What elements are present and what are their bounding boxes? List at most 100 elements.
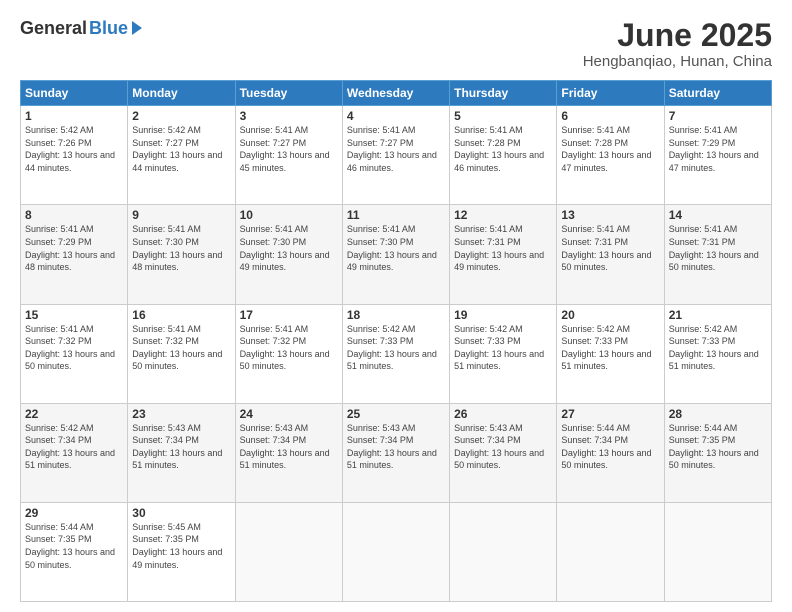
calendar-title: June 2025 <box>583 18 772 53</box>
day-number: 17 <box>240 308 338 322</box>
logo-triangle-icon <box>132 21 142 35</box>
header-sunday: Sunday <box>21 81 128 106</box>
day-number: 13 <box>561 208 659 222</box>
day-number: 5 <box>454 109 552 123</box>
day-number: 21 <box>669 308 767 322</box>
day-number: 7 <box>669 109 767 123</box>
table-row: 6 Sunrise: 5:41 AMSunset: 7:28 PMDayligh… <box>557 106 664 205</box>
table-row: 9 Sunrise: 5:41 AMSunset: 7:30 PMDayligh… <box>128 205 235 304</box>
day-info: Sunrise: 5:42 AMSunset: 7:33 PMDaylight:… <box>347 324 437 372</box>
day-info: Sunrise: 5:44 AMSunset: 7:35 PMDaylight:… <box>669 423 759 471</box>
empty-cell <box>235 502 342 601</box>
table-row: 22 Sunrise: 5:42 AMSunset: 7:34 PMDaylig… <box>21 403 128 502</box>
day-number: 10 <box>240 208 338 222</box>
page: General Blue June 2025 Hengbanqiao, Huna… <box>0 0 792 612</box>
day-info: Sunrise: 5:42 AMSunset: 7:34 PMDaylight:… <box>25 423 115 471</box>
table-row: 13 Sunrise: 5:41 AMSunset: 7:31 PMDaylig… <box>557 205 664 304</box>
day-info: Sunrise: 5:42 AMSunset: 7:33 PMDaylight:… <box>561 324 651 372</box>
calendar-week-1: 1 Sunrise: 5:42 AMSunset: 7:26 PMDayligh… <box>21 106 772 205</box>
table-row: 10 Sunrise: 5:41 AMSunset: 7:30 PMDaylig… <box>235 205 342 304</box>
day-info: Sunrise: 5:42 AMSunset: 7:33 PMDaylight:… <box>454 324 544 372</box>
day-info: Sunrise: 5:41 AMSunset: 7:27 PMDaylight:… <box>347 125 437 173</box>
day-info: Sunrise: 5:41 AMSunset: 7:32 PMDaylight:… <box>132 324 222 372</box>
day-info: Sunrise: 5:41 AMSunset: 7:28 PMDaylight:… <box>561 125 651 173</box>
empty-cell <box>342 502 449 601</box>
table-row: 29 Sunrise: 5:44 AMSunset: 7:35 PMDaylig… <box>21 502 128 601</box>
empty-cell <box>557 502 664 601</box>
table-row: 12 Sunrise: 5:41 AMSunset: 7:31 PMDaylig… <box>450 205 557 304</box>
header-row: Sunday Monday Tuesday Wednesday Thursday… <box>21 81 772 106</box>
table-row: 26 Sunrise: 5:43 AMSunset: 7:34 PMDaylig… <box>450 403 557 502</box>
table-row: 20 Sunrise: 5:42 AMSunset: 7:33 PMDaylig… <box>557 304 664 403</box>
day-info: Sunrise: 5:42 AMSunset: 7:26 PMDaylight:… <box>25 125 115 173</box>
header-wednesday: Wednesday <box>342 81 449 106</box>
day-info: Sunrise: 5:44 AMSunset: 7:34 PMDaylight:… <box>561 423 651 471</box>
title-block: June 2025 Hengbanqiao, Hunan, China <box>583 18 772 70</box>
header: General Blue June 2025 Hengbanqiao, Huna… <box>20 18 772 70</box>
table-row: 17 Sunrise: 5:41 AMSunset: 7:32 PMDaylig… <box>235 304 342 403</box>
table-row: 11 Sunrise: 5:41 AMSunset: 7:30 PMDaylig… <box>342 205 449 304</box>
table-row: 23 Sunrise: 5:43 AMSunset: 7:34 PMDaylig… <box>128 403 235 502</box>
day-info: Sunrise: 5:41 AMSunset: 7:30 PMDaylight:… <box>240 224 330 272</box>
table-row: 27 Sunrise: 5:44 AMSunset: 7:34 PMDaylig… <box>557 403 664 502</box>
header-friday: Friday <box>557 81 664 106</box>
day-number: 12 <box>454 208 552 222</box>
day-number: 20 <box>561 308 659 322</box>
table-row: 16 Sunrise: 5:41 AMSunset: 7:32 PMDaylig… <box>128 304 235 403</box>
table-row: 21 Sunrise: 5:42 AMSunset: 7:33 PMDaylig… <box>664 304 771 403</box>
day-info: Sunrise: 5:41 AMSunset: 7:27 PMDaylight:… <box>240 125 330 173</box>
table-row: 24 Sunrise: 5:43 AMSunset: 7:34 PMDaylig… <box>235 403 342 502</box>
day-number: 11 <box>347 208 445 222</box>
table-row: 18 Sunrise: 5:42 AMSunset: 7:33 PMDaylig… <box>342 304 449 403</box>
day-number: 30 <box>132 506 230 520</box>
day-number: 19 <box>454 308 552 322</box>
table-row: 5 Sunrise: 5:41 AMSunset: 7:28 PMDayligh… <box>450 106 557 205</box>
day-info: Sunrise: 5:41 AMSunset: 7:32 PMDaylight:… <box>25 324 115 372</box>
empty-cell <box>664 502 771 601</box>
day-info: Sunrise: 5:42 AMSunset: 7:27 PMDaylight:… <box>132 125 222 173</box>
table-row: 7 Sunrise: 5:41 AMSunset: 7:29 PMDayligh… <box>664 106 771 205</box>
day-number: 14 <box>669 208 767 222</box>
day-number: 25 <box>347 407 445 421</box>
day-number: 29 <box>25 506 123 520</box>
day-number: 15 <box>25 308 123 322</box>
table-row: 4 Sunrise: 5:41 AMSunset: 7:27 PMDayligh… <box>342 106 449 205</box>
day-number: 22 <box>25 407 123 421</box>
day-info: Sunrise: 5:43 AMSunset: 7:34 PMDaylight:… <box>240 423 330 471</box>
day-info: Sunrise: 5:41 AMSunset: 7:31 PMDaylight:… <box>454 224 544 272</box>
table-row: 14 Sunrise: 5:41 AMSunset: 7:31 PMDaylig… <box>664 205 771 304</box>
logo: General Blue <box>20 18 142 39</box>
day-number: 23 <box>132 407 230 421</box>
day-number: 26 <box>454 407 552 421</box>
day-info: Sunrise: 5:41 AMSunset: 7:31 PMDaylight:… <box>561 224 651 272</box>
header-thursday: Thursday <box>450 81 557 106</box>
day-info: Sunrise: 5:43 AMSunset: 7:34 PMDaylight:… <box>454 423 544 471</box>
day-number: 6 <box>561 109 659 123</box>
empty-cell <box>450 502 557 601</box>
day-number: 1 <box>25 109 123 123</box>
day-info: Sunrise: 5:41 AMSunset: 7:28 PMDaylight:… <box>454 125 544 173</box>
day-info: Sunrise: 5:41 AMSunset: 7:30 PMDaylight:… <box>132 224 222 272</box>
table-row: 25 Sunrise: 5:43 AMSunset: 7:34 PMDaylig… <box>342 403 449 502</box>
day-number: 18 <box>347 308 445 322</box>
header-monday: Monday <box>128 81 235 106</box>
day-info: Sunrise: 5:43 AMSunset: 7:34 PMDaylight:… <box>347 423 437 471</box>
day-info: Sunrise: 5:41 AMSunset: 7:31 PMDaylight:… <box>669 224 759 272</box>
day-number: 4 <box>347 109 445 123</box>
table-row: 28 Sunrise: 5:44 AMSunset: 7:35 PMDaylig… <box>664 403 771 502</box>
day-info: Sunrise: 5:42 AMSunset: 7:33 PMDaylight:… <box>669 324 759 372</box>
calendar-week-3: 15 Sunrise: 5:41 AMSunset: 7:32 PMDaylig… <box>21 304 772 403</box>
day-info: Sunrise: 5:43 AMSunset: 7:34 PMDaylight:… <box>132 423 222 471</box>
day-number: 16 <box>132 308 230 322</box>
day-number: 28 <box>669 407 767 421</box>
table-row: 19 Sunrise: 5:42 AMSunset: 7:33 PMDaylig… <box>450 304 557 403</box>
day-number: 3 <box>240 109 338 123</box>
table-row: 15 Sunrise: 5:41 AMSunset: 7:32 PMDaylig… <box>21 304 128 403</box>
day-number: 2 <box>132 109 230 123</box>
calendar-week-5: 29 Sunrise: 5:44 AMSunset: 7:35 PMDaylig… <box>21 502 772 601</box>
table-row: 3 Sunrise: 5:41 AMSunset: 7:27 PMDayligh… <box>235 106 342 205</box>
logo-blue-text: Blue <box>89 18 128 39</box>
day-info: Sunrise: 5:41 AMSunset: 7:30 PMDaylight:… <box>347 224 437 272</box>
table-row: 1 Sunrise: 5:42 AMSunset: 7:26 PMDayligh… <box>21 106 128 205</box>
day-number: 8 <box>25 208 123 222</box>
